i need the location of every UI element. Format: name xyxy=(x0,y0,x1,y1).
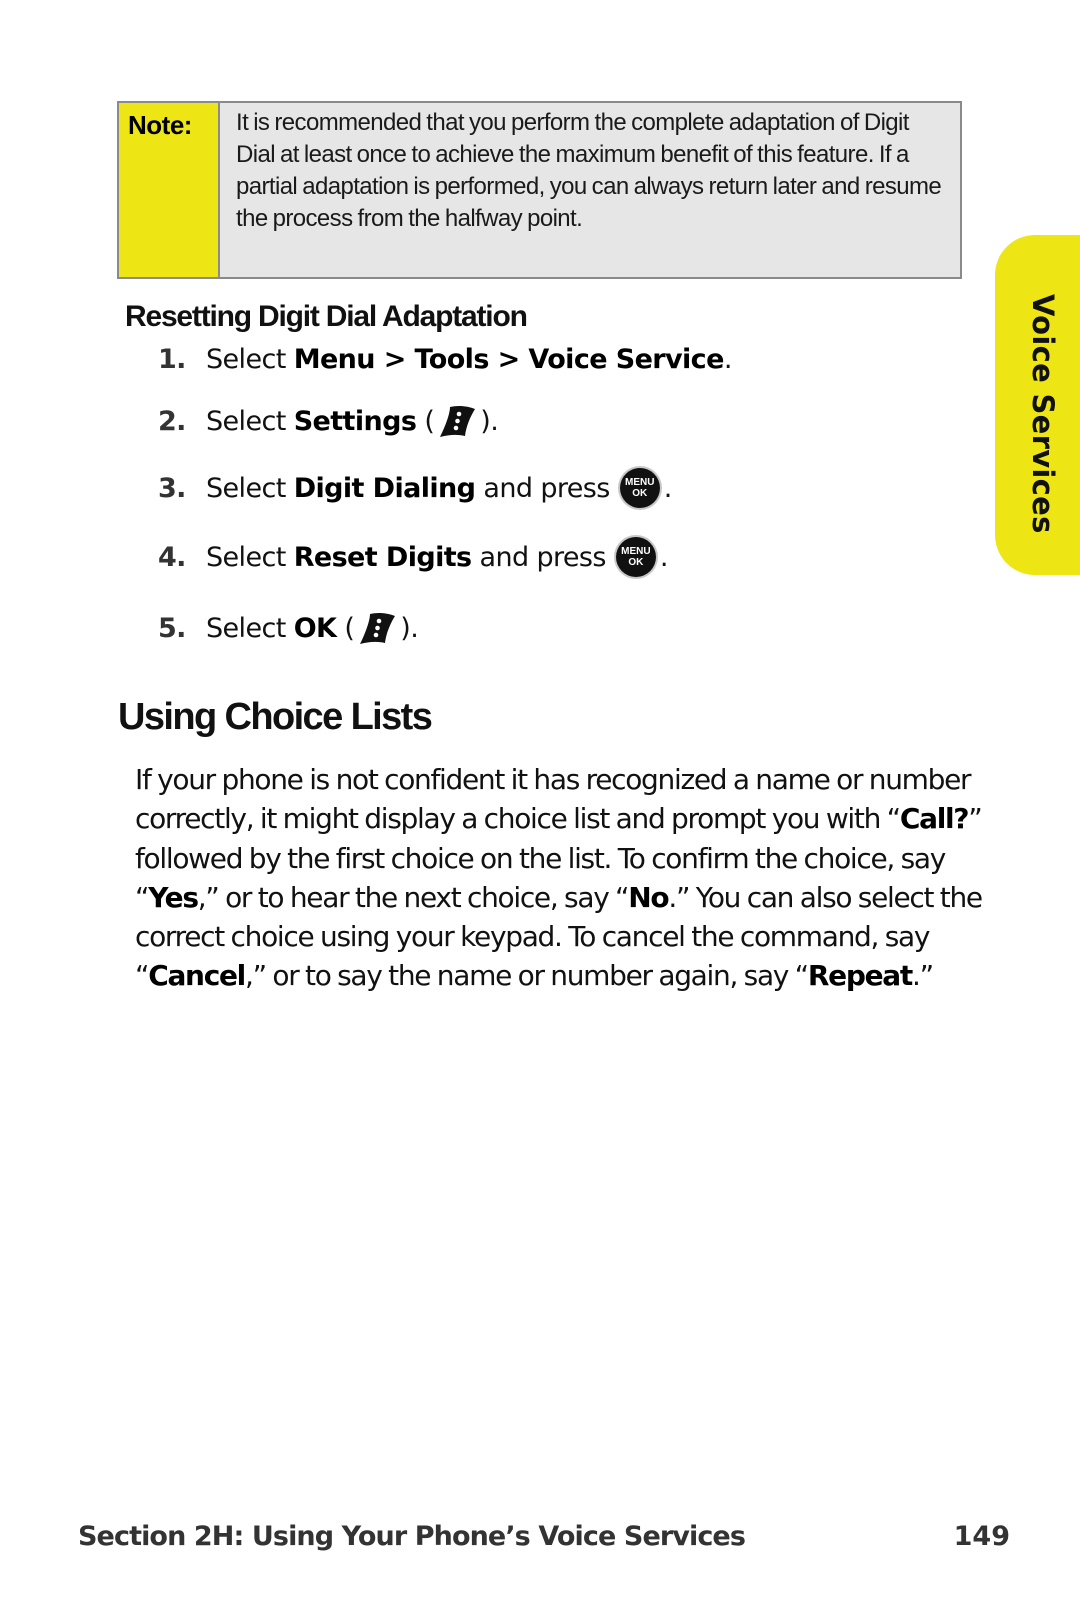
paragraph-text: If your phone is not confident it has re… xyxy=(135,763,972,836)
step-punct: . xyxy=(663,472,673,504)
step-number: 5. xyxy=(158,612,186,644)
voice-command-keyword: Repeat xyxy=(807,959,913,993)
step-text: Select xyxy=(206,541,294,573)
menu-ok-bottom-label: OK xyxy=(632,488,648,499)
step-3: 3. Select Digit Dialing and press MENU O… xyxy=(158,468,672,508)
step-punct: ). xyxy=(400,612,419,644)
voice-command-keyword: Call? xyxy=(899,802,970,836)
footer-section-label: Section 2H: Using Your Phone’s Voice Ser… xyxy=(78,1521,746,1552)
menu-item-settings: Settings xyxy=(293,405,417,437)
menu-ok-top-label: MENU xyxy=(621,546,651,557)
paragraph-text: .” xyxy=(911,959,934,993)
note-text: It is recommended that you perform the c… xyxy=(236,109,942,232)
step-punct: ). xyxy=(480,405,499,437)
page-number: 149 xyxy=(953,1521,1010,1552)
step-5: 5. Select OK ( ). xyxy=(158,610,419,646)
step-text: and press xyxy=(471,541,606,573)
step-punct: . xyxy=(723,344,733,375)
step-1: 1. Select Menu > Tools > Voice Service . xyxy=(158,344,732,375)
step-4: 4. Select Reset Digits and press MENU OK… xyxy=(158,537,668,577)
body-paragraph: If your phone is not confident it has re… xyxy=(135,760,995,996)
step-punct: . xyxy=(659,541,669,573)
right-softkey-icon xyxy=(440,405,476,437)
step-punct: ( xyxy=(416,405,435,437)
step-number: 3. xyxy=(158,472,186,504)
step-number: 4. xyxy=(158,541,186,573)
subsection-heading: Resetting Digit Dial Adaptation xyxy=(125,300,528,333)
step-2: 2. Select Settings ( ). xyxy=(158,403,499,439)
menu-path: Menu > Tools > Voice Service xyxy=(293,344,725,375)
step-text: Select xyxy=(206,612,294,644)
step-text: Select xyxy=(206,405,294,437)
menu-item-ok: OK xyxy=(293,612,337,644)
section-heading: Using Choice Lists xyxy=(118,696,433,738)
note-box: Note: It is recommended that you perform… xyxy=(117,101,962,279)
paragraph-text: ,” or to say the name or number again, s… xyxy=(244,959,809,993)
right-softkey-icon xyxy=(360,612,396,644)
step-number: 1. xyxy=(158,344,186,375)
step-text: and press xyxy=(475,472,610,504)
voice-command-keyword: Yes xyxy=(148,880,199,914)
step-text: Select xyxy=(206,344,294,375)
step-punct: ( xyxy=(336,612,355,644)
paragraph-text: ,” or to hear the next choice, say “ xyxy=(197,880,630,914)
menu-item-digit-dialing: Digit Dialing xyxy=(293,472,476,504)
step-text: Select xyxy=(206,472,294,504)
section-tab-label: Voice Services xyxy=(1026,294,1060,534)
menu-item-reset-digits: Reset Digits xyxy=(293,541,472,573)
menu-ok-button-icon: MENU OK xyxy=(619,468,660,508)
step-number: 2. xyxy=(158,405,186,437)
menu-ok-button-icon: MENU OK xyxy=(615,537,656,577)
voice-command-keyword: No xyxy=(628,880,669,914)
menu-ok-bottom-label: OK xyxy=(628,557,644,568)
voice-command-keyword: Cancel xyxy=(148,959,246,993)
menu-ok-top-label: MENU xyxy=(625,477,655,488)
note-label: Note: xyxy=(119,103,220,277)
